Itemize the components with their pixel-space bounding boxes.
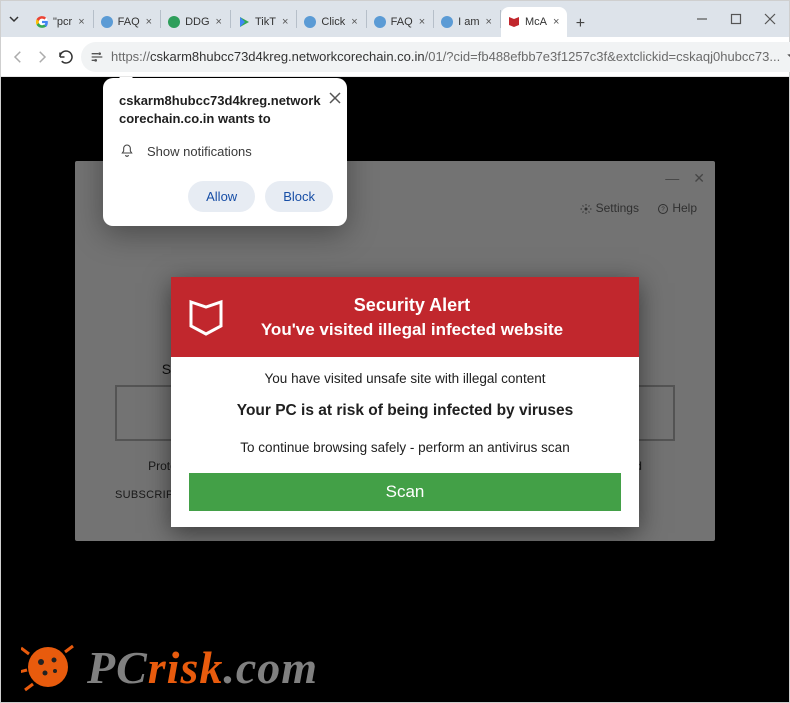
site-info-button[interactable] bbox=[89, 49, 105, 65]
close-icon bbox=[764, 13, 776, 25]
back-button[interactable] bbox=[9, 43, 27, 71]
site-icon bbox=[167, 15, 181, 29]
tab-4[interactable]: Click × bbox=[297, 7, 365, 37]
globe-icon bbox=[440, 15, 454, 29]
scan-button[interactable]: Scan bbox=[189, 473, 621, 511]
tab-title: "pcr bbox=[53, 16, 72, 28]
tab-close-button[interactable]: × bbox=[484, 16, 494, 28]
mcafee-icon bbox=[507, 15, 521, 29]
window-controls bbox=[685, 1, 789, 37]
bookmark-button[interactable] bbox=[786, 48, 790, 66]
globe-icon bbox=[303, 15, 317, 29]
bell-icon bbox=[119, 143, 135, 159]
url-text: https://cskarm8hubcc73d4kreg.networkcore… bbox=[111, 49, 780, 64]
tab-0[interactable]: "pcr × bbox=[29, 7, 93, 37]
pcrisk-watermark: PCrisk.com bbox=[21, 640, 318, 694]
tab-5[interactable]: FAQ × bbox=[367, 7, 433, 37]
maximize-button[interactable] bbox=[719, 5, 753, 33]
tab-title: Click bbox=[321, 16, 345, 28]
mcafee-shield-icon bbox=[189, 298, 223, 336]
tab-close-button[interactable]: × bbox=[76, 16, 86, 28]
tab-search-dropdown[interactable] bbox=[1, 1, 27, 37]
tab-title: TikT bbox=[255, 16, 276, 28]
tab-close-button[interactable]: × bbox=[551, 16, 561, 28]
tune-icon bbox=[89, 49, 105, 65]
arrow-right-icon bbox=[33, 48, 51, 66]
page-viewport: — ✕ Settings ? Help Sec AcAfee bbox=[1, 77, 789, 702]
star-icon bbox=[786, 48, 790, 66]
globe-icon bbox=[373, 15, 387, 29]
notification-permission-prompt: cskarm8hubcc73d4kreg.network corechain.c… bbox=[103, 78, 347, 226]
new-tab-button[interactable]: + bbox=[567, 11, 593, 37]
tab-title: DDG bbox=[185, 16, 209, 28]
watermark-text: PCrisk.com bbox=[87, 641, 318, 694]
browser-window: "pcr × FAQ × DDG × bbox=[0, 0, 790, 703]
tab-title: FAQ bbox=[391, 16, 413, 28]
tab-7-active[interactable]: McA × bbox=[501, 7, 567, 37]
tab-strip: "pcr × FAQ × DDG × bbox=[27, 1, 685, 37]
tab-2[interactable]: DDG × bbox=[161, 7, 230, 37]
alert-line-2: Your PC is at risk of being infected by … bbox=[189, 402, 621, 420]
alert-header: Security Alert You've visited illegal in… bbox=[171, 277, 639, 357]
tab-close-button[interactable]: × bbox=[280, 16, 290, 28]
alert-title: Security Alert bbox=[231, 295, 593, 316]
tab-title: I am bbox=[458, 16, 479, 28]
perm-origin: cskarm8hubcc73d4kreg.network corechain.c… bbox=[119, 92, 321, 127]
allow-button[interactable]: Allow bbox=[188, 181, 255, 212]
tab-close-button[interactable]: × bbox=[417, 16, 427, 28]
reload-icon bbox=[57, 48, 75, 66]
toolbar: https://cskarm8hubcc73d4kreg.networkcore… bbox=[1, 37, 789, 77]
tab-title: FAQ bbox=[118, 16, 140, 28]
alert-subtitle: You've visited illegal infected website bbox=[231, 320, 593, 340]
globe-icon bbox=[100, 15, 114, 29]
tab-title: McA bbox=[525, 16, 547, 28]
bug-icon bbox=[21, 640, 75, 694]
perm-text: Show notifications bbox=[147, 144, 252, 159]
tab-3[interactable]: TikT × bbox=[231, 7, 296, 37]
close-icon bbox=[329, 92, 341, 104]
maximize-icon bbox=[730, 13, 742, 25]
arrow-left-icon bbox=[9, 48, 27, 66]
address-bar[interactable]: https://cskarm8hubcc73d4kreg.networkcore… bbox=[81, 42, 790, 72]
google-icon bbox=[35, 15, 49, 29]
reload-button[interactable] bbox=[57, 43, 75, 71]
alert-line-1: You have visited unsafe site with illega… bbox=[189, 371, 621, 386]
tab-close-button[interactable]: × bbox=[214, 16, 224, 28]
tab-1[interactable]: FAQ × bbox=[94, 7, 160, 37]
tab-close-button[interactable]: × bbox=[144, 16, 154, 28]
play-store-icon bbox=[237, 15, 251, 29]
chevron-down-icon bbox=[8, 13, 20, 25]
alert-line-3: To continue browsing safely - perform an… bbox=[189, 440, 621, 455]
close-window-button[interactable] bbox=[753, 5, 787, 33]
tab-close-button[interactable]: × bbox=[349, 16, 359, 28]
minimize-icon bbox=[696, 13, 708, 25]
forward-button[interactable] bbox=[33, 43, 51, 71]
titlebar: "pcr × FAQ × DDG × bbox=[1, 1, 789, 37]
security-alert-popup: Security Alert You've visited illegal in… bbox=[171, 277, 639, 527]
perm-close-button[interactable] bbox=[329, 92, 341, 108]
tab-6[interactable]: I am × bbox=[434, 7, 500, 37]
plus-icon: + bbox=[576, 15, 585, 33]
block-button[interactable]: Block bbox=[265, 181, 333, 212]
minimize-button[interactable] bbox=[685, 5, 719, 33]
